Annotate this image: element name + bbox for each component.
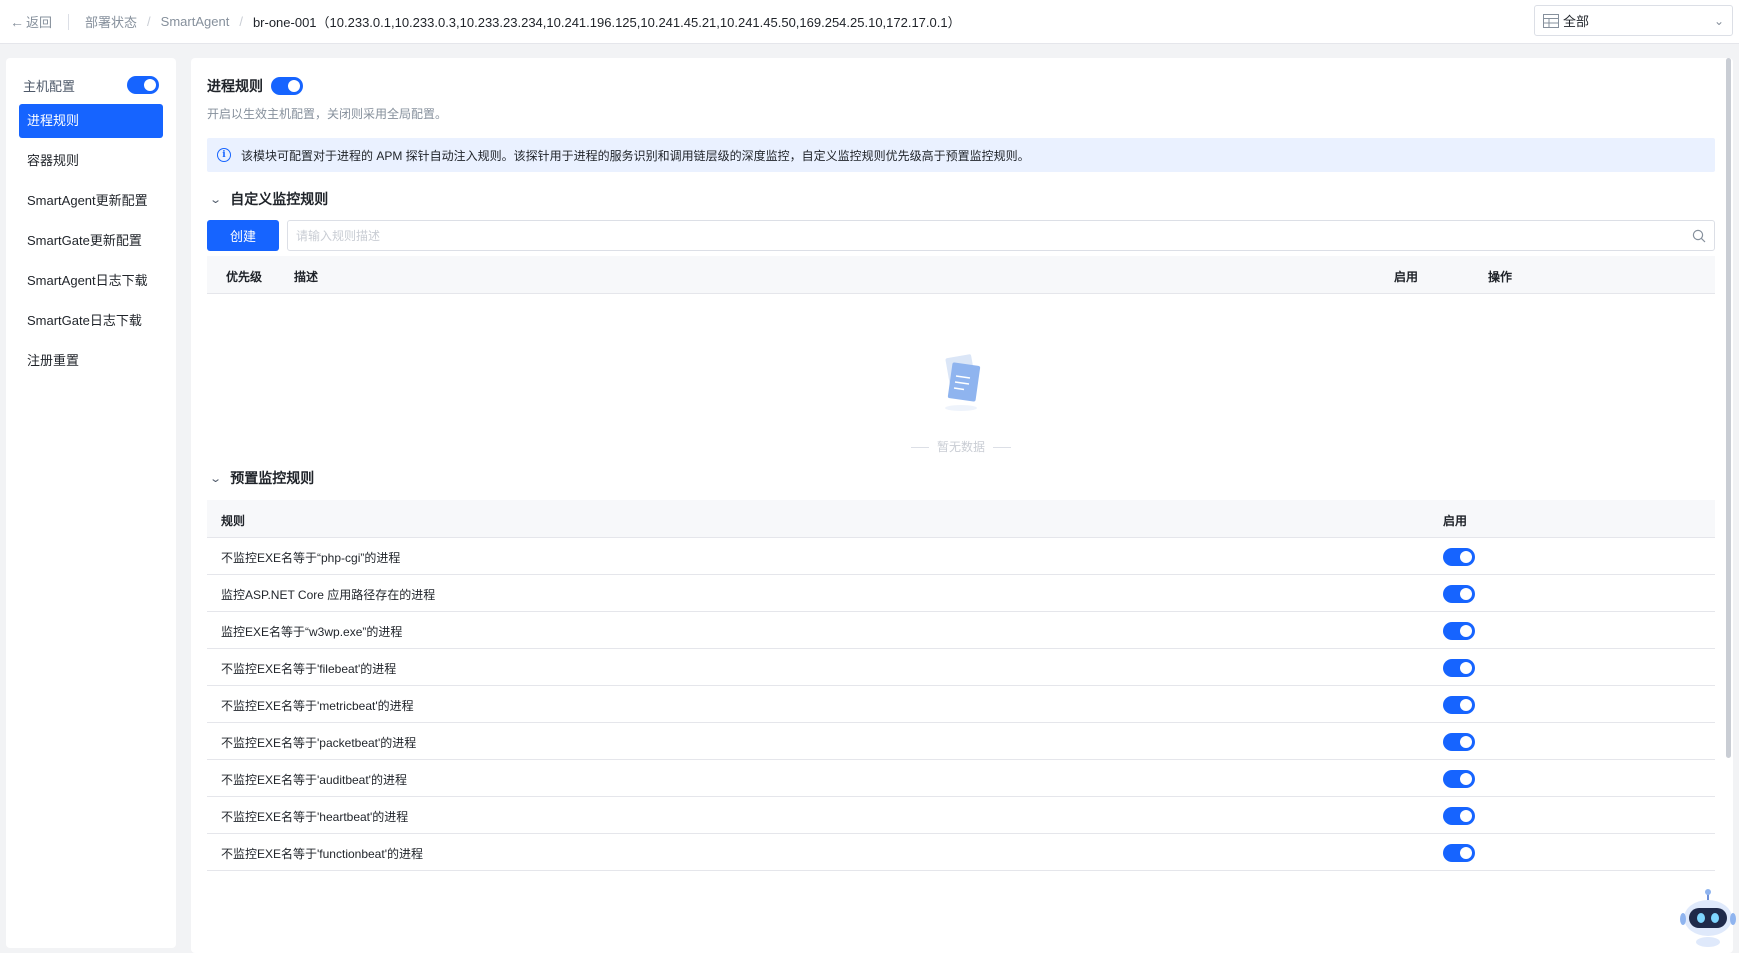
search-icon[interactable] bbox=[1692, 229, 1706, 243]
sidebar-item-register-reset[interactable]: 注册重置 bbox=[19, 344, 163, 378]
column-priority: 优先级 bbox=[226, 270, 263, 284]
custom-rules-header[interactable]: ⌄ 自定义监控规则 bbox=[207, 189, 328, 209]
rule-enabled-toggle[interactable] bbox=[1443, 844, 1475, 862]
chevron-down-icon: ⌄ bbox=[209, 193, 223, 206]
back-button[interactable]: ← 返回 bbox=[10, 12, 52, 31]
sidebar-item-process-rules[interactable]: 进程规则 bbox=[19, 104, 163, 138]
table-row: 不监控EXE名等于'heartbeat'的进程 bbox=[207, 797, 1715, 834]
preset-rules-header[interactable]: ⌄ 预置监控规则 bbox=[207, 468, 314, 488]
rule-text: 监控ASP.NET Core 应用路径存在的进程 bbox=[221, 588, 436, 602]
sidebar: 主机配置 进程规则 容器规则 SmartAgent更新配置 SmartGate更… bbox=[6, 58, 176, 948]
breadcrumb-deploy-status[interactable]: 部署状态 bbox=[85, 12, 137, 31]
preset-rules-title: 预置监控规则 bbox=[230, 470, 315, 486]
scope-select[interactable]: 全部 ⌄ bbox=[1534, 5, 1733, 36]
custom-rules-title: 自定义监控规则 bbox=[230, 191, 329, 207]
column-operations: 操作 bbox=[1488, 270, 1513, 284]
table-row: 不监控EXE名等于'functionbeat'的进程 bbox=[207, 834, 1715, 871]
host-config-row: 主机配置 bbox=[19, 70, 163, 100]
rule-enabled-toggle[interactable] bbox=[1443, 659, 1475, 677]
scrollbar[interactable] bbox=[1726, 58, 1731, 758]
table-row: 监控ASP.NET Core 应用路径存在的进程 bbox=[207, 575, 1715, 612]
table-row: 不监控EXE名等于'packetbeat'的进程 bbox=[207, 723, 1715, 760]
info-text: 该模块可配置对于进程的 APM 探针自动注入规则。该探针用于进程的服务识别和调用… bbox=[241, 148, 1030, 163]
rule-text: 不监控EXE名等于'functionbeat'的进程 bbox=[221, 847, 423, 861]
column-enabled: 启用 bbox=[1394, 270, 1419, 284]
custom-rules-table-header: 优先级 描述 启用 操作 bbox=[207, 256, 1715, 294]
sidebar-item-smartgate-update[interactable]: SmartGate更新配置 bbox=[19, 224, 163, 258]
rule-text: 不监控EXE名等于'auditbeat'的进程 bbox=[221, 773, 407, 787]
assistant-robot-icon[interactable] bbox=[1680, 888, 1736, 948]
empty-text: 暂无数据 bbox=[207, 438, 1715, 455]
rule-enabled-toggle[interactable] bbox=[1443, 548, 1475, 566]
divider bbox=[68, 13, 70, 30]
process-rules-toggle[interactable] bbox=[271, 77, 303, 95]
column-rule: 规则 bbox=[221, 514, 246, 528]
table-row: 不监控EXE名等于'filebeat'的进程 bbox=[207, 649, 1715, 686]
rule-enabled-toggle[interactable] bbox=[1443, 733, 1475, 751]
sidebar-item-smartagent-log[interactable]: SmartAgent日志下载 bbox=[19, 264, 163, 298]
search-input[interactable] bbox=[296, 228, 1692, 243]
table-row: 监控EXE名等于“w3wp.exe”的进程 bbox=[207, 612, 1715, 649]
table-row: 不监控EXE名等于'metricbeat'的进程 bbox=[207, 686, 1715, 723]
sidebar-item-smartgate-log[interactable]: SmartGate日志下载 bbox=[19, 304, 163, 338]
chevron-down-icon: ⌄ bbox=[209, 472, 223, 485]
rule-enabled-toggle[interactable] bbox=[1443, 585, 1475, 603]
preset-rules-table-header: 规则 启用 bbox=[207, 500, 1715, 538]
rule-enabled-toggle[interactable] bbox=[1443, 807, 1475, 825]
info-banner: i 该模块可配置对于进程的 APM 探针自动注入规则。该探针用于进程的服务识别和… bbox=[207, 138, 1715, 172]
host-config-label: 主机配置 bbox=[23, 78, 76, 94]
column-enabled: 启用 bbox=[1443, 514, 1468, 528]
top-bar: ← 返回 部署状态 / SmartAgent / br-one-001（10.2… bbox=[0, 0, 1739, 44]
divider bbox=[993, 447, 1011, 449]
empty-state: 暂无数据 bbox=[207, 302, 1715, 510]
rule-text: 不监控EXE名等于'metricbeat'的进程 bbox=[221, 699, 414, 713]
breadcrumb-smartagent[interactable]: SmartAgent bbox=[161, 14, 230, 29]
breadcrumb-current-host: br-one-001（10.233.0.1,10.233.0.3,10.233.… bbox=[252, 15, 961, 30]
rule-enabled-toggle[interactable] bbox=[1443, 696, 1475, 714]
create-button[interactable]: 创建 bbox=[207, 220, 279, 251]
info-icon: i bbox=[217, 148, 231, 162]
chevron-down-icon: ⌄ bbox=[1713, 13, 1724, 28]
host-config-toggle[interactable] bbox=[127, 76, 159, 94]
column-description: 描述 bbox=[294, 270, 319, 284]
page-title: 进程规则 bbox=[207, 78, 263, 94]
section-header: 进程规则 bbox=[207, 76, 303, 96]
rule-enabled-toggle[interactable] bbox=[1443, 770, 1475, 788]
sidebar-item-container-rules[interactable]: 容器规则 bbox=[19, 144, 163, 178]
main-panel: 进程规则 开启以生效主机配置，关闭则采用全局配置。 i 该模块可配置对于进程的 … bbox=[191, 58, 1733, 953]
section-description: 开启以生效主机配置，关闭则采用全局配置。 bbox=[207, 107, 448, 121]
table-icon bbox=[1543, 13, 1559, 28]
rule-text: 不监控EXE名等于“php-cgi”的进程 bbox=[221, 551, 401, 565]
rule-text: 不监控EXE名等于'packetbeat'的进程 bbox=[221, 736, 417, 750]
rule-enabled-toggle[interactable] bbox=[1443, 622, 1475, 640]
table-row: 不监控EXE名等于“php-cgi”的进程 bbox=[207, 538, 1715, 575]
scope-select-value: 全部 bbox=[1563, 14, 1590, 29]
breadcrumb-separator: / bbox=[147, 14, 151, 29]
sidebar-item-smartagent-update[interactable]: SmartAgent更新配置 bbox=[19, 184, 163, 218]
rule-text: 不监控EXE名等于'filebeat'的进程 bbox=[221, 662, 397, 676]
divider bbox=[910, 447, 929, 449]
rule-text: 不监控EXE名等于'heartbeat'的进程 bbox=[221, 810, 409, 824]
rule-text: 监控EXE名等于“w3wp.exe”的进程 bbox=[221, 625, 403, 639]
back-label: 返回 bbox=[26, 15, 53, 30]
empty-document-icon bbox=[945, 354, 981, 411]
rule-search[interactable] bbox=[287, 220, 1715, 251]
arrow-left-icon: ← bbox=[10, 13, 24, 30]
empty-label: 暂无数据 bbox=[936, 440, 985, 454]
table-row: 不监控EXE名等于'auditbeat'的进程 bbox=[207, 760, 1715, 797]
breadcrumb-separator: / bbox=[239, 14, 243, 29]
